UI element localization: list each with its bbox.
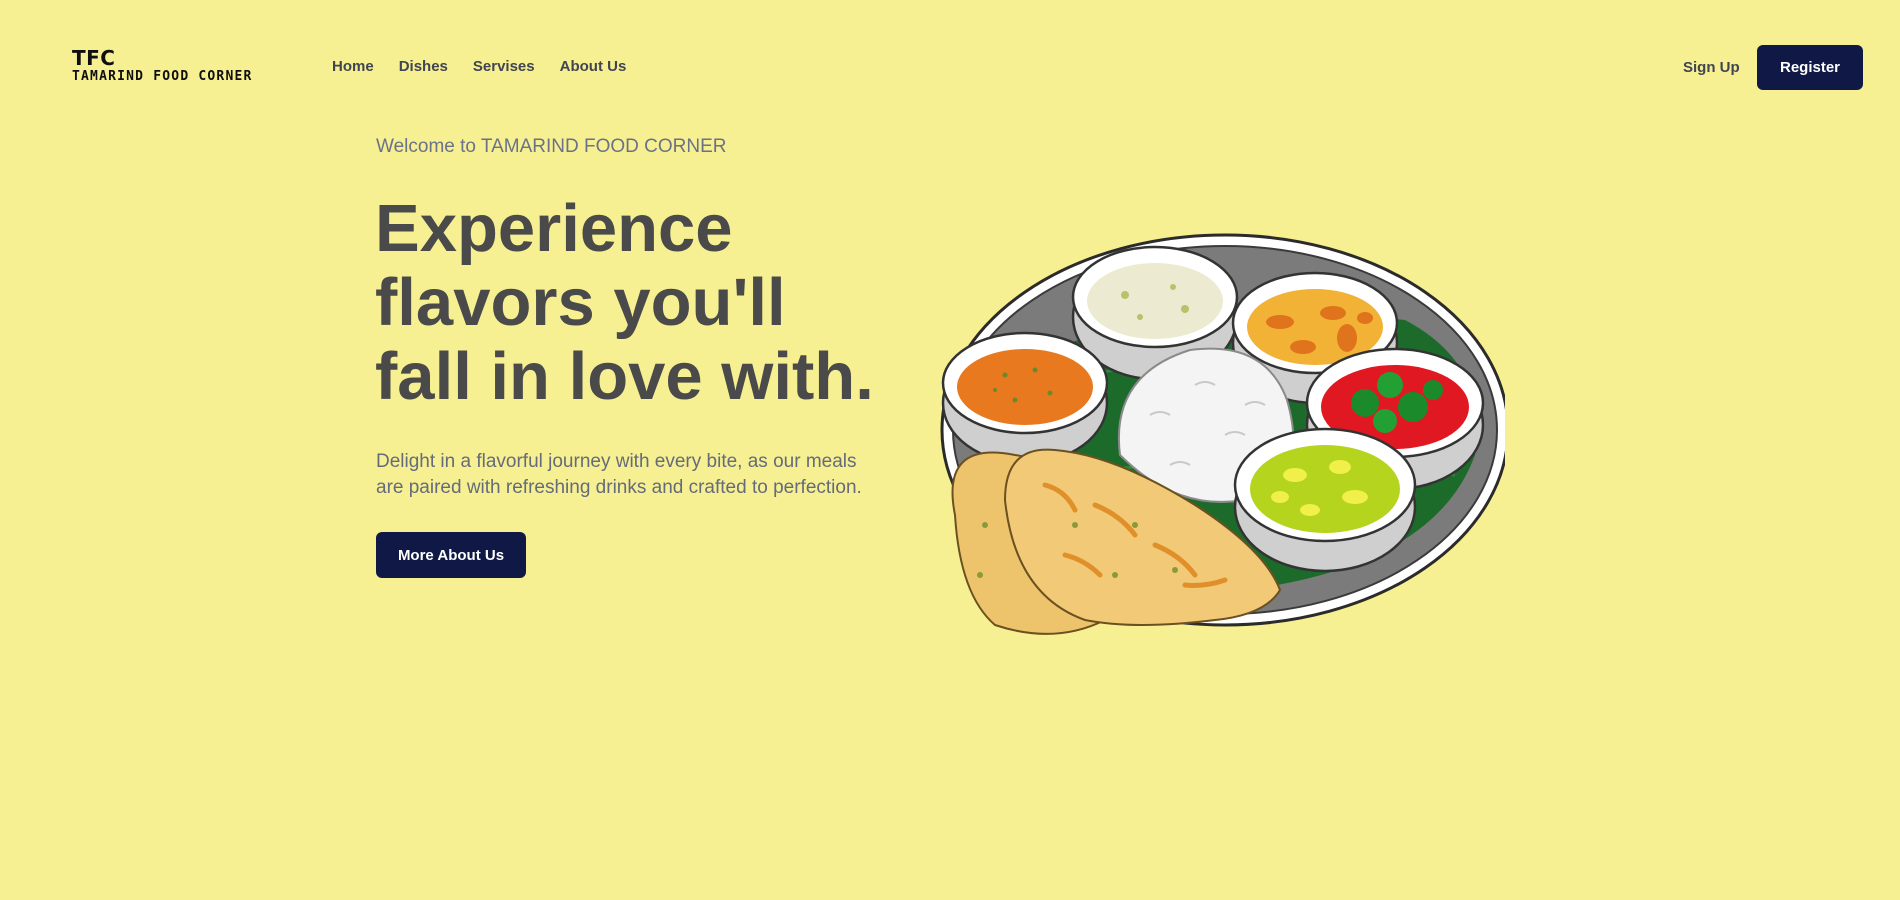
nav-link-dishes[interactable]: Dishes bbox=[399, 58, 448, 75]
nav-link-about-us[interactable]: About Us bbox=[560, 58, 627, 75]
nav-link-services[interactable]: Servises bbox=[473, 58, 535, 75]
thali-plate-illustration bbox=[940, 233, 1505, 635]
hero-description: Delight in a flavorful journey with ever… bbox=[376, 451, 862, 498]
register-button[interactable]: Register bbox=[1757, 45, 1863, 90]
logo-full-text: TAMARIND FOOD CORNER bbox=[72, 69, 253, 84]
hero-headline: Experience flavors you'll fall in love w… bbox=[375, 191, 874, 414]
sign-up-link[interactable]: Sign Up bbox=[1683, 59, 1740, 76]
more-about-us-button[interactable]: More About Us bbox=[376, 532, 526, 578]
nav-link-home[interactable]: Home bbox=[332, 58, 374, 75]
welcome-text: Welcome to TAMARIND FOOD CORNER bbox=[376, 136, 727, 157]
brand-logo[interactable]: TFC TAMARIND FOOD CORNER bbox=[72, 48, 253, 83]
main-nav: Home Dishes Servises About Us bbox=[332, 58, 651, 75]
logo-short-text: TFC bbox=[72, 46, 116, 70]
landing-page: TFC TAMARIND FOOD CORNER Home Dishes Ser… bbox=[0, 0, 1900, 900]
